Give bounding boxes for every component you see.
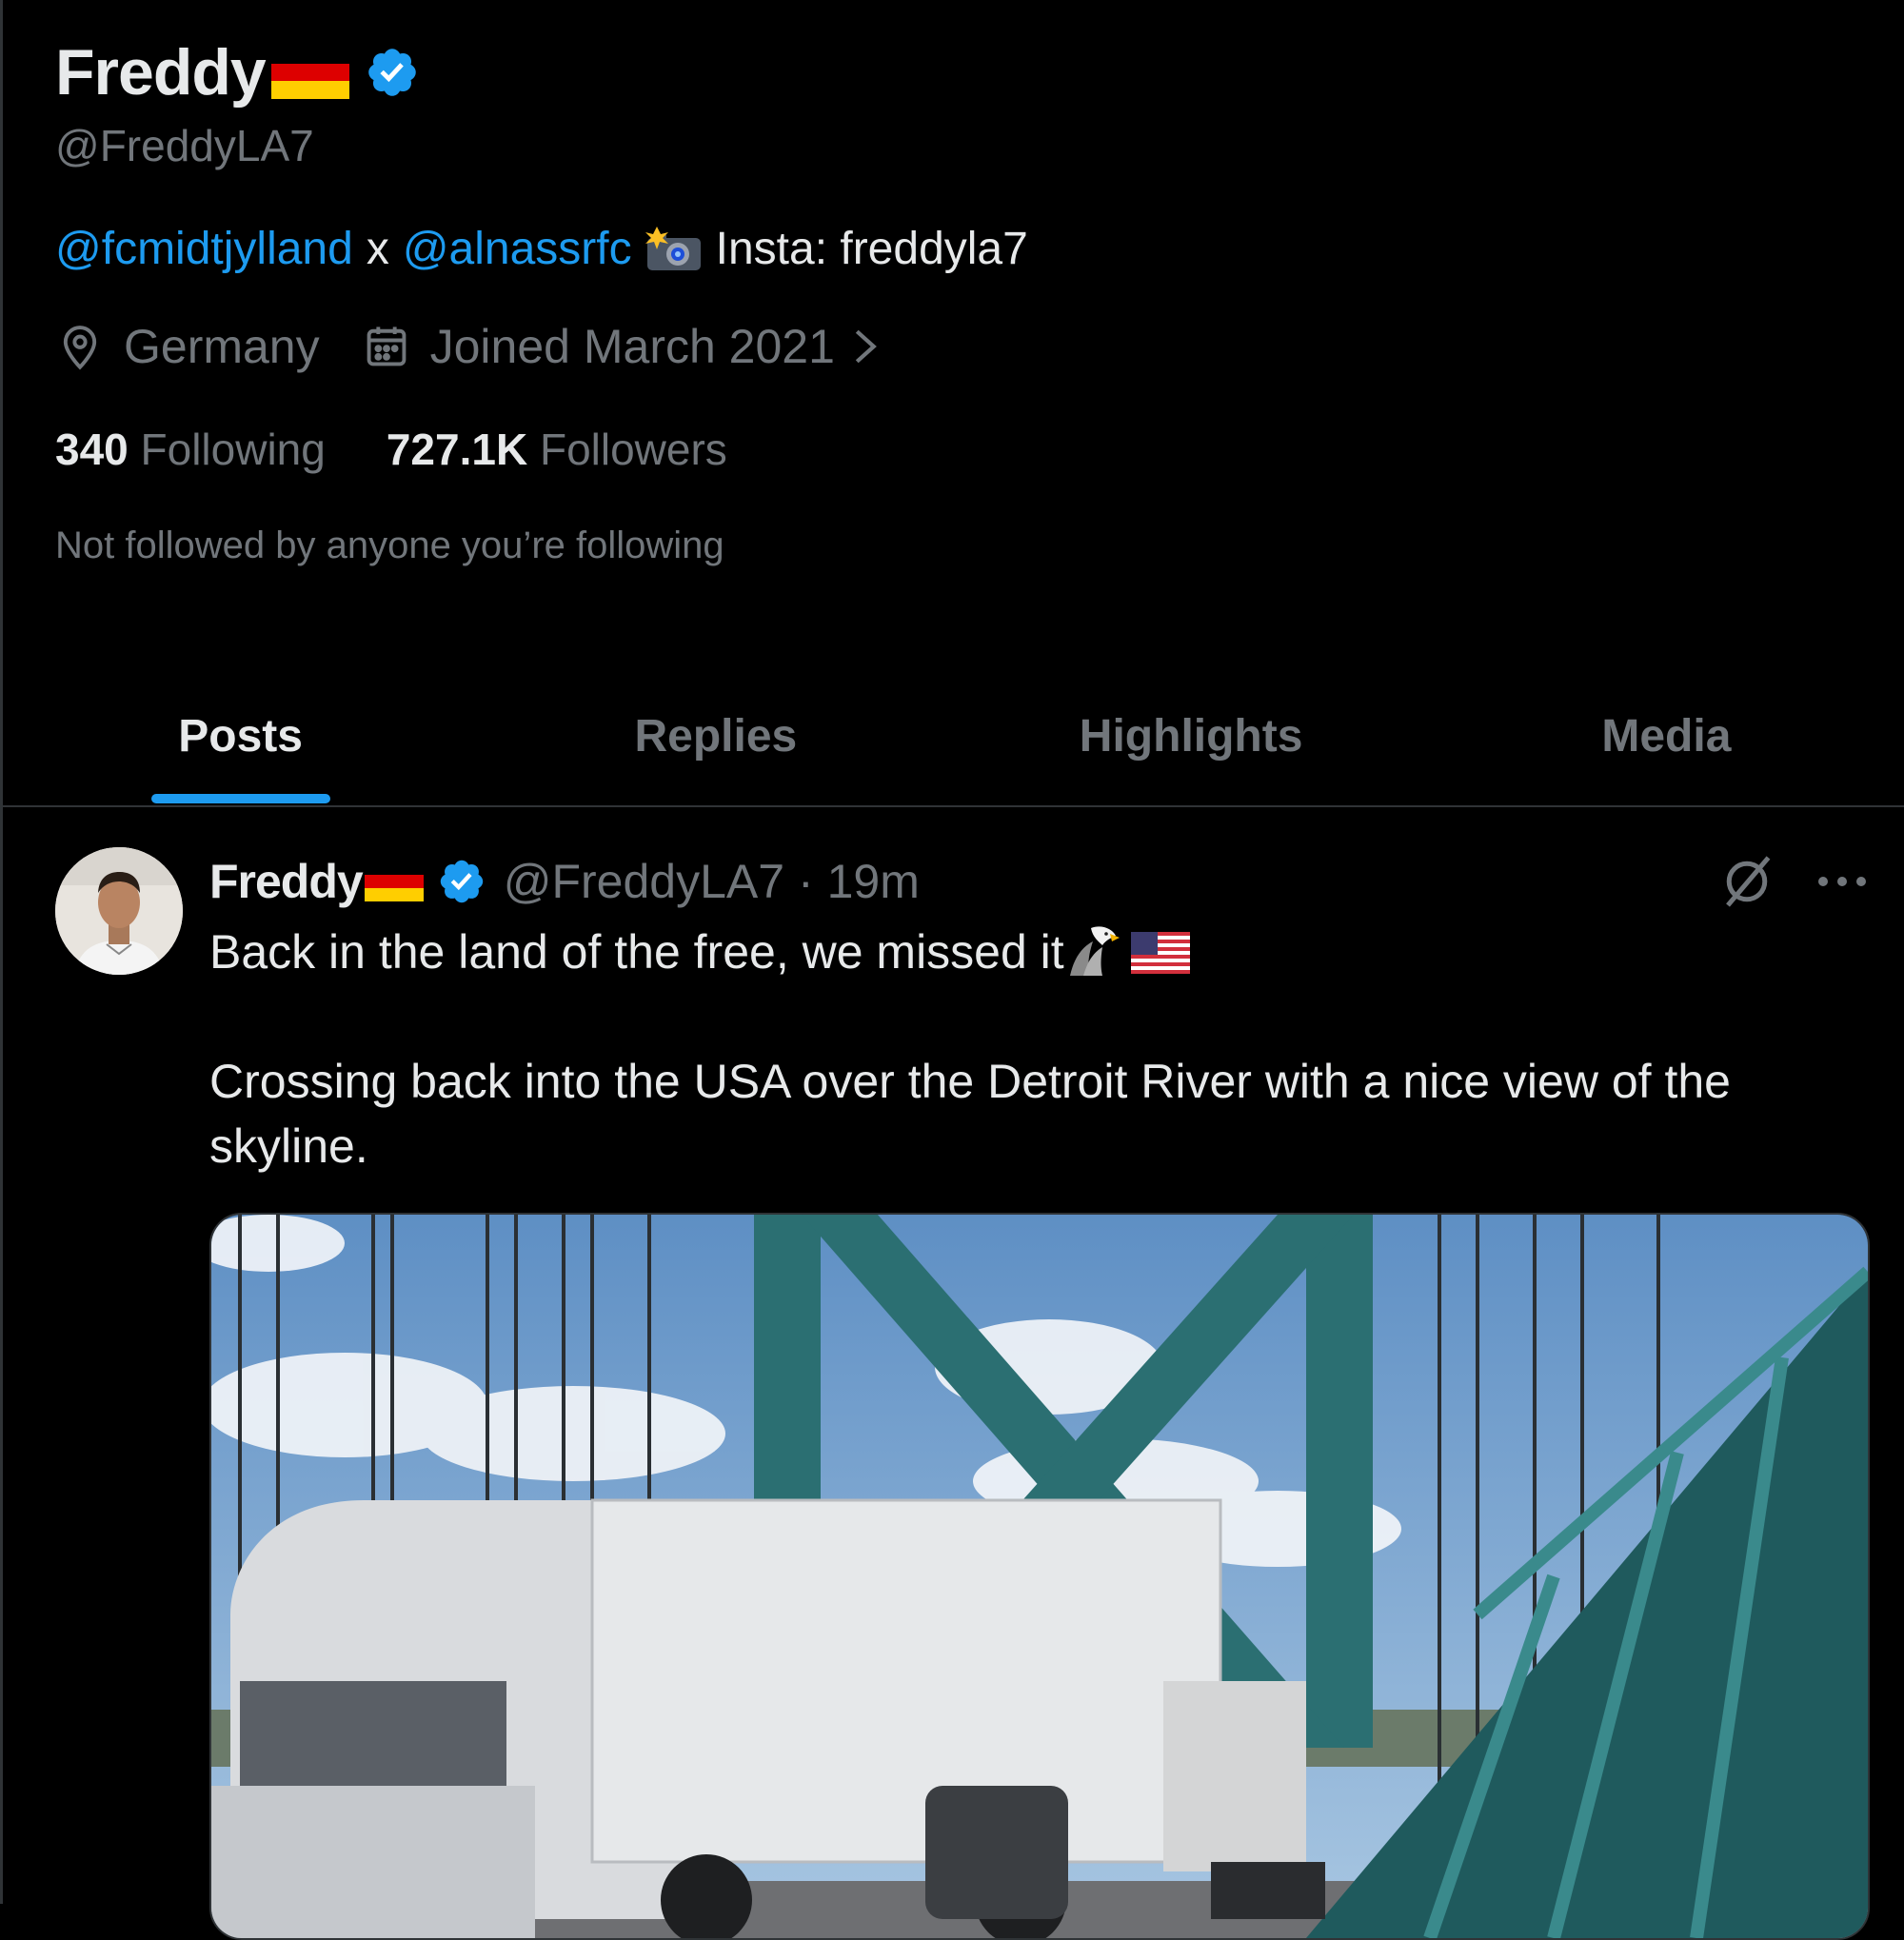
location-text: Germany bbox=[124, 320, 320, 373]
profile-tabs: Posts Replies Highlights Media bbox=[3, 666, 1904, 807]
more-options-icon[interactable] bbox=[1814, 872, 1871, 891]
bio-mention-fcmidtjylland[interactable]: @fcmidtjylland bbox=[55, 223, 353, 275]
tab-media[interactable]: Media bbox=[1429, 666, 1904, 805]
tab-posts[interactable]: Posts bbox=[3, 666, 478, 805]
post-text-line1: Back in the land of the free, we missed … bbox=[209, 920, 1871, 984]
post-timestamp[interactable]: · 19m bbox=[798, 854, 920, 909]
post-author-handle[interactable]: @FreddyLA7 bbox=[504, 854, 784, 909]
profile-name-row: Freddy bbox=[55, 34, 1864, 110]
active-tab-indicator bbox=[150, 794, 330, 803]
profile-location: Germany bbox=[55, 319, 320, 374]
bio-separator: x bbox=[366, 224, 389, 274]
profile-bio: @fcmidtjylland x @alnassrfc Insta: fredd… bbox=[55, 223, 1864, 275]
tab-media-label: Media bbox=[1601, 710, 1732, 762]
usa-flag-icon bbox=[1130, 932, 1190, 974]
profile-handle: @FreddyLA7 bbox=[55, 121, 314, 170]
post-text-gap bbox=[209, 984, 1871, 1049]
profile-stats: 340 Following 727.1K Followers bbox=[55, 424, 1864, 475]
post-media-image[interactable] bbox=[209, 1213, 1870, 1940]
joined-text: Joined March 2021 bbox=[429, 320, 835, 373]
post-text: Back in the land of the free, we missed … bbox=[209, 920, 1871, 1178]
verified-badge-icon[interactable] bbox=[365, 45, 420, 100]
eagle-emoji-icon bbox=[1069, 926, 1120, 976]
grok-icon[interactable] bbox=[1718, 853, 1775, 910]
post-author-name[interactable]: Freddy bbox=[209, 854, 364, 909]
post-header: Freddy @FreddyLA7 · 19m bbox=[209, 847, 1871, 916]
bridge-photo bbox=[211, 1215, 1868, 1938]
bio-insta-text: Insta: freddyla7 bbox=[715, 224, 1028, 274]
verified-badge-icon[interactable] bbox=[437, 857, 486, 906]
post-text-line2: Crossing back into the USA over the Detr… bbox=[209, 1055, 1731, 1173]
avatar[interactable] bbox=[55, 847, 183, 975]
avatar-photo bbox=[55, 847, 183, 975]
germany-flag-icon bbox=[270, 46, 349, 100]
tab-replies[interactable]: Replies bbox=[478, 666, 953, 805]
following-stat[interactable]: 340 Following bbox=[55, 424, 326, 475]
profile-joined[interactable]: Joined March 2021 bbox=[362, 319, 883, 374]
calendar-icon bbox=[367, 327, 406, 366]
tab-highlights[interactable]: Highlights bbox=[954, 666, 1429, 805]
chevron-right-icon bbox=[855, 329, 877, 364]
followers-count: 727.1K bbox=[386, 425, 528, 474]
germany-flag-icon bbox=[364, 861, 424, 901]
following-label: Following bbox=[140, 425, 326, 474]
tab-highlights-label: Highlights bbox=[1079, 710, 1303, 762]
location-pin-icon bbox=[63, 326, 97, 370]
camera-flash-icon bbox=[645, 226, 701, 270]
post-body: Freddy @FreddyLA7 · 19m Back in the land… bbox=[209, 847, 1871, 1940]
profile-meta: Germany Joined March 2021 bbox=[55, 319, 1864, 374]
followers-label: Followers bbox=[539, 425, 727, 474]
followers-stat[interactable]: 727.1K Followers bbox=[387, 424, 727, 475]
profile-display-name: Freddy bbox=[55, 36, 267, 109]
tab-replies-label: Replies bbox=[634, 710, 798, 762]
profile-header: Freddy @FreddyLA7 @fcmidtjylland x @alna… bbox=[55, 34, 1864, 567]
followed-by-text: Not followed by anyone you’re following bbox=[55, 525, 724, 566]
bio-mention-alnassrfc[interactable]: @alnassrfc bbox=[403, 223, 632, 275]
following-count: 340 bbox=[55, 425, 129, 474]
tab-posts-label: Posts bbox=[178, 710, 303, 762]
post-text-line1-text: Back in the land of the free, we missed … bbox=[209, 925, 1064, 979]
left-border bbox=[0, 0, 3, 1904]
post-actions bbox=[1718, 853, 1871, 910]
